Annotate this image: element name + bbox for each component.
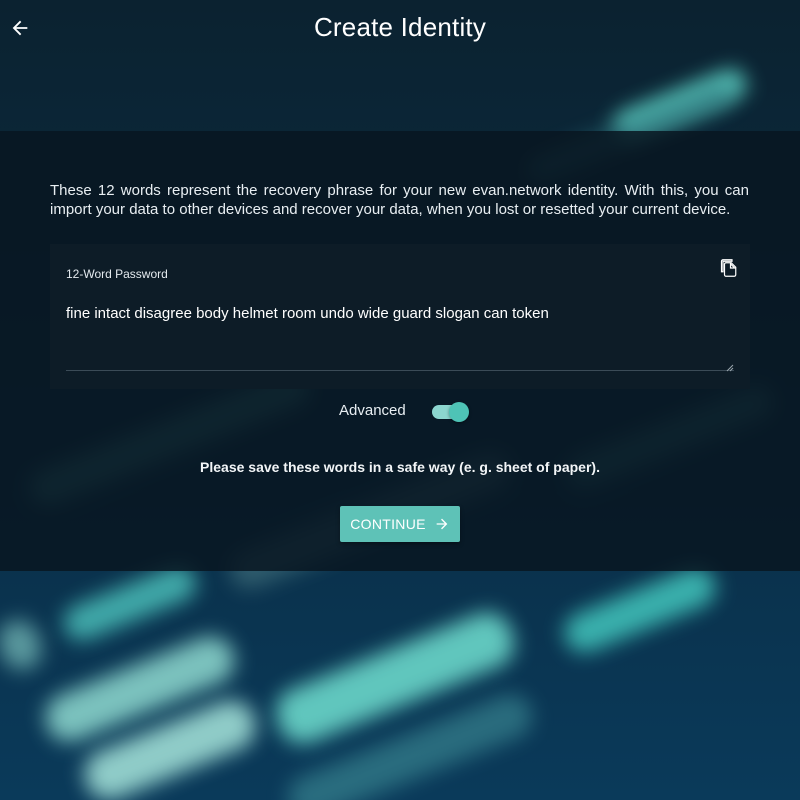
main-panel: These 12 words represent the recovery ph…: [0, 131, 800, 571]
background-streak: [0, 614, 48, 676]
page-title: Create Identity: [313, 12, 487, 42]
toggle-thumb: [449, 402, 469, 422]
continue-button-label: CONTINUE: [350, 516, 426, 532]
copy-icon: [720, 259, 737, 277]
background-streak: [558, 561, 722, 659]
intro-text: These 12 words represent the recovery ph…: [50, 182, 749, 218]
advanced-toggle[interactable]: [432, 402, 469, 422]
recovery-phrase-textarea[interactable]: fine intact disagree body helmet room un…: [66, 304, 734, 371]
advanced-row: Advanced: [0, 399, 800, 423]
resize-grip-icon[interactable]: [726, 364, 734, 372]
copy-button[interactable]: [720, 258, 738, 278]
arrow-right-icon: [436, 518, 448, 530]
password-field-label: 12-Word Password: [66, 267, 168, 281]
advanced-label: Advanced: [339, 402, 406, 419]
password-field-card: 12-Word Password fine intact disagree bo…: [50, 244, 750, 389]
continue-button[interactable]: CONTINUE: [340, 506, 460, 542]
app-header: Create Identity: [0, 0, 800, 56]
background-streak: [58, 560, 202, 646]
save-note: Please save these words in a safe way (e…: [200, 459, 600, 475]
